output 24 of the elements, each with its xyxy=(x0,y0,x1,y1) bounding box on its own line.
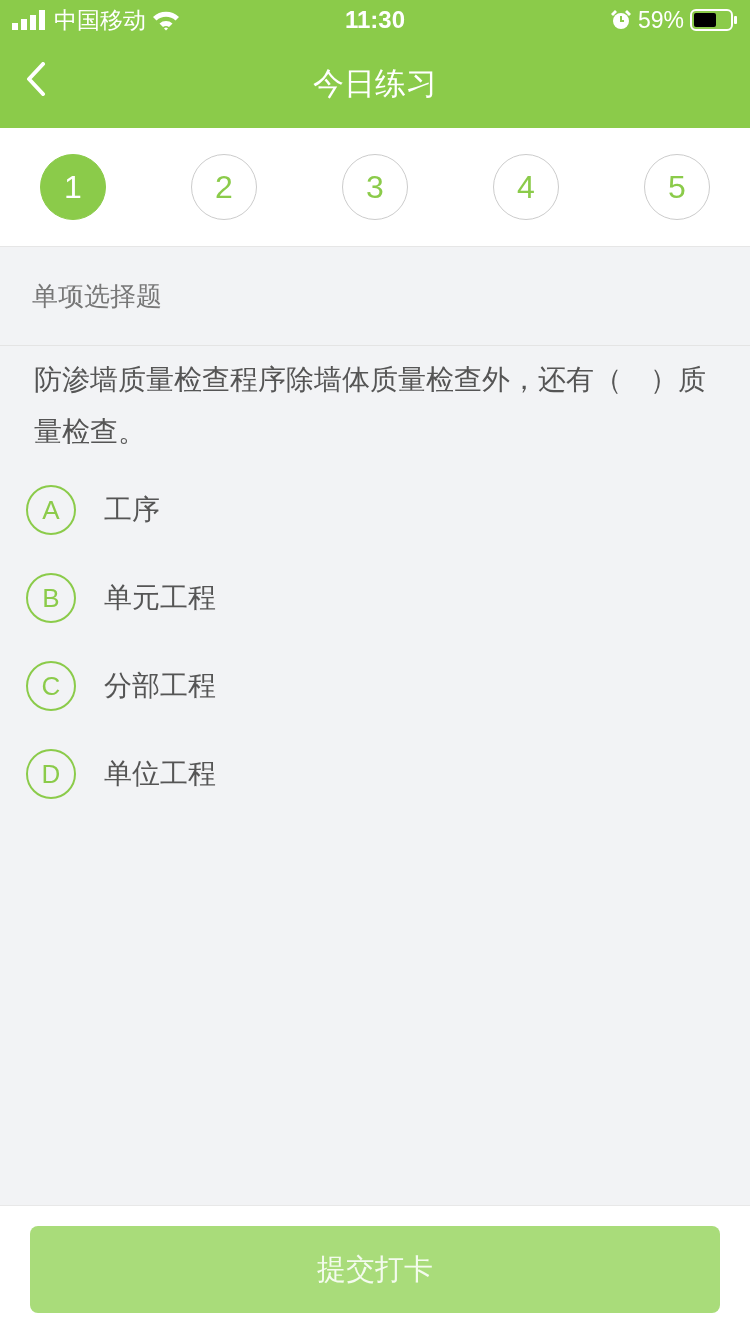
option-text[interactable]: 单位工程 xyxy=(104,755,216,793)
question-text: 防渗墙质量检查程序除墙体质量检查外，还有（ ）质量检查。 xyxy=(33,363,707,449)
question-step[interactable]: 3 xyxy=(342,154,408,220)
option-letter[interactable]: B xyxy=(26,573,76,623)
battery-icon xyxy=(690,9,738,31)
option-letter[interactable]: C xyxy=(26,661,76,711)
question-step[interactable]: 4 xyxy=(493,154,559,220)
carrier-name: 中国移动 xyxy=(54,5,146,35)
wifi-icon xyxy=(152,9,180,31)
option-letter[interactable]: D xyxy=(26,749,76,799)
option-text[interactable]: 工序 xyxy=(104,491,160,529)
page-title: 今日练习 xyxy=(313,65,437,103)
question-step[interactable]: 5 xyxy=(644,154,710,220)
question-step[interactable]: 1 xyxy=(40,154,106,220)
question-type: 单项选择题 xyxy=(0,247,750,346)
option-text[interactable]: 分部工程 xyxy=(104,667,216,705)
battery-percent: 59% xyxy=(637,6,684,34)
question-step[interactable]: 2 xyxy=(191,154,257,220)
option-letter[interactable]: A xyxy=(26,485,76,535)
signal-icon xyxy=(12,10,48,30)
option-text[interactable]: 单元工程 xyxy=(104,579,216,617)
back-icon[interactable] xyxy=(26,62,46,96)
clock-time: 11:30 xyxy=(344,6,406,34)
alarm-clock-icon xyxy=(609,9,632,31)
